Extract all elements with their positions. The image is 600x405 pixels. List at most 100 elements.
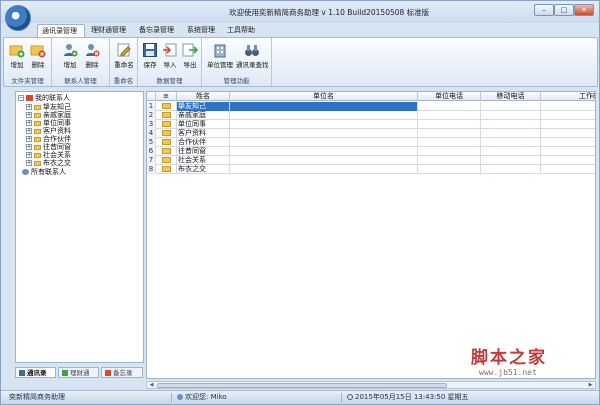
collapse-icon[interactable]: − (18, 95, 24, 101)
unit-cell[interactable] (230, 120, 418, 129)
expand-icon[interactable]: + (26, 160, 32, 166)
close-button[interactable]: ✕ (574, 4, 594, 16)
mobile-column-header[interactable]: 移动电话 (481, 92, 541, 101)
expand-icon[interactable]: + (26, 144, 32, 150)
unit-phone-cell[interactable] (418, 147, 481, 156)
name-cell[interactable]: 挚友知己 (177, 102, 230, 111)
unit-cell[interactable] (230, 165, 418, 174)
table-row[interactable]: 3 单位同事 (147, 120, 595, 129)
table-row[interactable]: 6 往昔同窗 (147, 147, 595, 156)
name-column-header[interactable]: 姓名 (177, 92, 230, 101)
unit-cell[interactable] (230, 111, 418, 120)
expand-icon[interactable]: + (26, 104, 32, 110)
name-cell[interactable]: 社会关系 (177, 156, 230, 165)
rename-button[interactable]: 重命名 (114, 40, 134, 72)
mobile-cell[interactable] (481, 111, 541, 120)
table-row[interactable]: 8 布衣之交 (147, 165, 595, 174)
tab-memo[interactable]: 备忘录管理 (135, 24, 183, 37)
tree-item[interactable]: + 布衣之交 (26, 159, 71, 167)
address-book-icon (19, 370, 25, 376)
tree-item[interactable]: + 合作伙伴 (26, 135, 71, 143)
name-cell[interactable]: 单位同事 (177, 120, 230, 129)
mobile-cell[interactable] (481, 156, 541, 165)
export-button[interactable]: 导出 (180, 40, 200, 72)
app-logo-icon[interactable] (5, 5, 31, 31)
user-delete-icon (86, 44, 100, 57)
unit-cell[interactable] (230, 102, 418, 111)
delete-folder-button[interactable]: 删除 (28, 40, 48, 72)
scroll-thumb[interactable] (157, 383, 447, 388)
expand-icon[interactable]: + (26, 112, 32, 118)
tree-item[interactable]: + 客户资料 (26, 127, 71, 135)
email-cell[interactable] (541, 138, 595, 147)
unit-phone-column-header[interactable]: 单位电话 (418, 92, 481, 101)
group-data-label: 数据管理 (156, 77, 183, 85)
expand-icon[interactable]: + (26, 152, 32, 158)
tab-system[interactable]: 系统管理 (183, 24, 223, 37)
tree-all-contacts[interactable]: 所有联系人 (22, 168, 66, 176)
mobile-cell[interactable] (481, 102, 541, 111)
unit-manage-button[interactable]: 单位管理 (207, 40, 233, 72)
email-cell[interactable] (541, 120, 595, 129)
name-cell[interactable]: 亲戚家庭 (177, 111, 230, 120)
tab-help[interactable]: 工具帮助 (223, 24, 263, 37)
mobile-cell[interactable] (481, 147, 541, 156)
email-column-header[interactable]: 工作邮箱 (541, 92, 595, 101)
expand-icon[interactable]: + (26, 120, 32, 126)
memo-icon (105, 370, 111, 376)
tree-item[interactable]: + 往昔同窗 (26, 143, 71, 151)
tab-contacts[interactable]: 通讯录管理 (37, 24, 85, 37)
tree-root[interactable]: − 我的联系人 (18, 94, 70, 102)
name-cell[interactable]: 合作伙伴 (177, 138, 230, 147)
email-cell[interactable] (541, 156, 595, 165)
tab-memo-bottom[interactable]: 备忘录 (101, 367, 143, 378)
email-cell[interactable] (541, 111, 595, 120)
tree-item[interactable]: + 亲戚家庭 (26, 111, 71, 119)
name-cell[interactable]: 布衣之交 (177, 165, 230, 174)
unit-phone-cell[interactable] (418, 102, 481, 111)
name-cell[interactable]: 往昔同窗 (177, 147, 230, 156)
expand-icon[interactable]: + (26, 136, 32, 142)
unit-column-header[interactable]: 单位名 (230, 92, 418, 101)
icon-column-header[interactable]: ≡ (156, 92, 177, 101)
unit-phone-cell[interactable] (418, 111, 481, 120)
unit-phone-cell[interactable] (418, 165, 481, 174)
unit-phone-cell[interactable] (418, 138, 481, 147)
name-cell[interactable]: 客户资料 (177, 129, 230, 138)
delete-contact-button[interactable]: 删除 (82, 40, 102, 72)
tree-item-label: 挚友知己 (43, 103, 71, 111)
unit-phone-cell[interactable] (418, 156, 481, 165)
tree-item[interactable]: + 单位同事 (26, 119, 71, 127)
mobile-cell[interactable] (481, 165, 541, 174)
tab-finance[interactable]: 理财通管理 (87, 24, 135, 37)
table-row[interactable]: 1 挚友知己 (147, 102, 595, 111)
tab-address-book[interactable]: 通讯录 (15, 367, 56, 378)
mobile-cell[interactable] (481, 120, 541, 129)
email-cell[interactable] (541, 147, 595, 156)
tab-address-book-label: 通讯录 (27, 369, 47, 377)
email-cell[interactable] (541, 129, 595, 138)
minimize-button[interactable]: – (534, 4, 554, 16)
tab-finance-bottom[interactable]: 理财通 (58, 367, 99, 378)
table-row[interactable]: 7 社会关系 (147, 156, 595, 165)
maximize-button[interactable]: □ (554, 4, 574, 16)
unit-cell[interactable] (230, 156, 418, 165)
tree-item[interactable]: + 挚友知己 (26, 103, 71, 111)
email-cell[interactable] (541, 102, 595, 111)
table-row[interactable]: 5 合作伙伴 (147, 138, 595, 147)
unit-cell[interactable] (230, 138, 418, 147)
mobile-cell[interactable] (481, 138, 541, 147)
table-row[interactable]: 4 客户资料 (147, 129, 595, 138)
unit-cell[interactable] (230, 129, 418, 138)
table-row[interactable]: 2 亲戚家庭 (147, 111, 595, 120)
unit-phone-cell[interactable] (418, 129, 481, 138)
mobile-cell[interactable] (481, 129, 541, 138)
scroll-left-icon[interactable]: ◀ (147, 382, 156, 388)
email-cell[interactable] (541, 165, 595, 174)
unit-phone-cell[interactable] (418, 120, 481, 129)
contact-search-button[interactable]: 通讯录查找 (236, 40, 269, 72)
tree-item[interactable]: + 社会关系 (26, 151, 71, 159)
unit-cell[interactable] (230, 147, 418, 156)
expand-icon[interactable]: + (26, 128, 32, 134)
ribbon: 增加 删除 文件夹管理 增加 删除 联系人管理 重命名 重命名 保存 导入 导出… (3, 37, 598, 87)
